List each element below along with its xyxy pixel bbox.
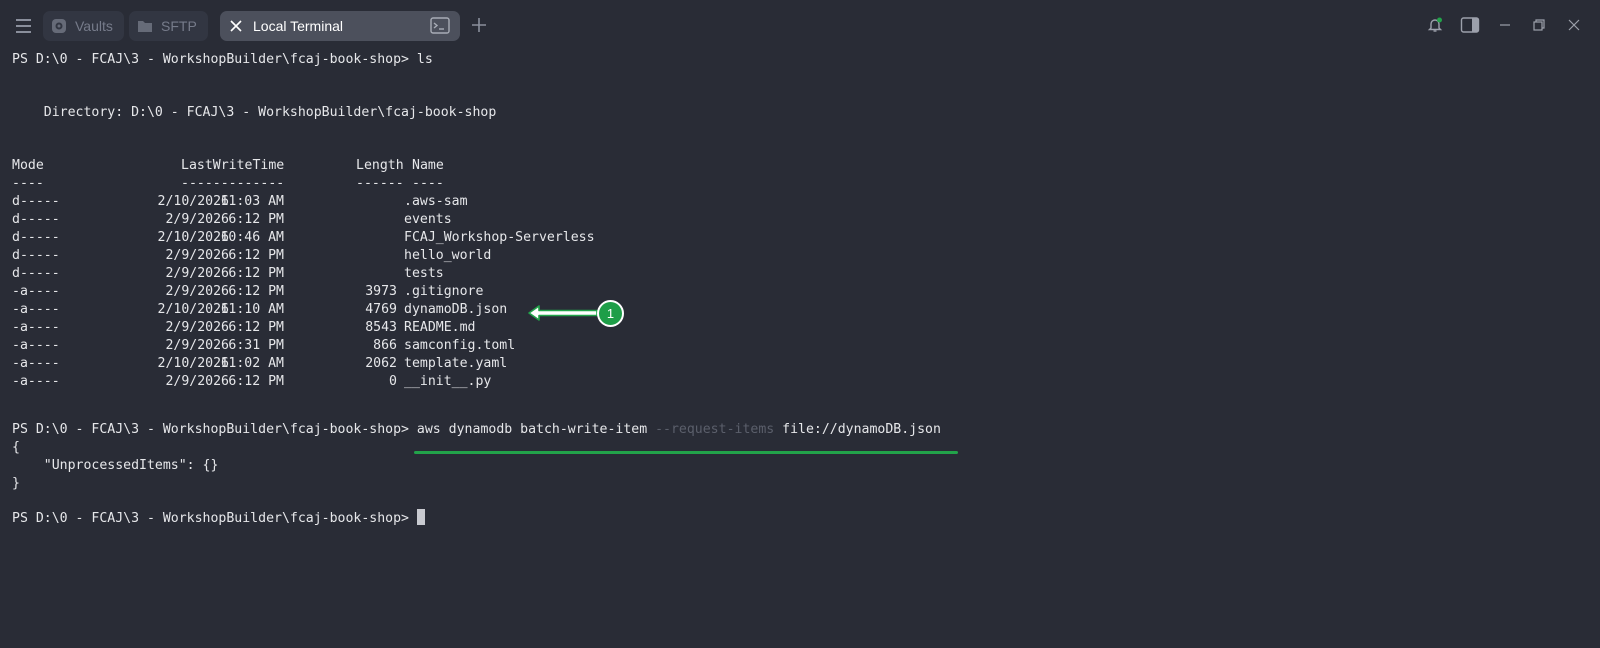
row-name: FCAJ_Workshop-Serverless — [404, 230, 595, 245]
command-underline-annotation — [414, 451, 958, 454]
table-header: Mode LastWriteTime Length Name — [12, 157, 712, 175]
tab-vaults[interactable]: Vaults — [43, 11, 124, 41]
table-row: d----- 2/10/2026 10:46 AM FCAJ_Workshop-Ser… — [12, 229, 712, 247]
row-name: .aws-sam — [404, 194, 468, 209]
tab-label: Local Terminal — [253, 18, 344, 34]
command: ls — [416, 52, 433, 67]
table-row: -a---- 2/10/2026 11:02 AM 2062 template.yaml — [12, 355, 712, 373]
tab-label: SFTP — [161, 18, 197, 34]
row-length: 4769 — [365, 302, 397, 317]
prompt-line: PS D:\0 - FCAJ\3 - WorkshopBuilder\fcaj-… — [12, 421, 941, 439]
command-argument: file://dynamoDB.json — [774, 422, 941, 437]
row-length: 2062 — [365, 356, 397, 371]
terminal-icon — [430, 17, 450, 35]
row-length: 866 — [373, 338, 397, 353]
row-name: tests — [404, 266, 444, 281]
table-row: -a---- 2/9/2026 6:31 PM 866 samconfig.toml — [12, 337, 712, 355]
column-name: Name — [412, 158, 444, 173]
row-length: 8543 — [365, 320, 397, 335]
prompt: PS D:\0 - FCAJ\3 - WorkshopBuilder\fcaj-… — [12, 52, 417, 67]
row-time: 6:12 PM — [228, 248, 284, 263]
restore-icon[interactable] — [1530, 16, 1548, 34]
output-line: } — [12, 476, 20, 491]
row-length: 3973 — [365, 284, 397, 299]
output-line: { — [12, 440, 20, 455]
terminal-output[interactable]: PS D:\0 - FCAJ\3 - WorkshopBuilder\fcaj-… — [12, 51, 1592, 641]
table-row: -a---- 2/9/2026 6:12 PM 0 __init__.py — [12, 373, 712, 391]
row-time: 6:12 PM — [228, 212, 284, 227]
command: aws dynamodb batch-write-item — [416, 422, 656, 437]
output-line: "UnprocessedItems": {} — [12, 458, 219, 473]
row-length: 0 — [389, 374, 397, 389]
cursor — [416, 509, 425, 525]
row-time: 11:03 AM — [220, 194, 284, 209]
tab-local-terminal[interactable]: Local Terminal — [220, 11, 460, 41]
row-name: __init__.py — [404, 374, 492, 389]
table-separator: ---- ------------- ------ ---- — [12, 175, 712, 193]
tab-label: Vaults — [75, 18, 113, 34]
prompt-line: PS D:\0 - FCAJ\3 - WorkshopBuilder\fcaj-… — [12, 51, 433, 69]
step-badge: 1 — [597, 300, 624, 327]
minimize-icon[interactable] — [1496, 16, 1514, 34]
separator: ------ — [356, 176, 404, 191]
separator: ------------- — [181, 176, 285, 191]
row-time: 6:12 PM — [228, 266, 284, 281]
row-name: events — [404, 212, 452, 227]
bell-icon[interactable] — [1426, 16, 1444, 34]
row-name: samconfig.toml — [404, 338, 516, 353]
title-bar: Vaults SFTP Local Terminal — [0, 0, 1600, 51]
row-name: hello_world — [404, 248, 492, 263]
table-row: d----- 2/10/2026 11:03 AM .aws-sam — [12, 193, 712, 211]
sidebar-toggle-icon[interactable] — [1460, 16, 1480, 34]
row-name: README.md — [404, 320, 476, 335]
folder-icon — [137, 18, 153, 34]
prompt-line: PS D:\0 - FCAJ\3 - WorkshopBuilder\fcaj-… — [12, 509, 425, 527]
prompt: PS D:\0 - FCAJ\3 - WorkshopBuilder\fcaj-… — [12, 511, 417, 526]
column-length: Length — [356, 158, 404, 173]
row-name: template.yaml — [404, 356, 508, 371]
table-row: d----- 2/9/2026 6:12 PM hello_world — [12, 247, 712, 265]
plus-icon[interactable] — [470, 16, 488, 34]
prompt: PS D:\0 - FCAJ\3 - WorkshopBuilder\fcaj-… — [12, 422, 417, 437]
vault-icon — [51, 18, 67, 34]
window-close-icon[interactable] — [1565, 16, 1583, 34]
separator: ---- — [12, 176, 44, 191]
arrow-annotation — [528, 305, 598, 321]
column-lastwritetime: LastWriteTime — [181, 158, 285, 173]
menu-icon[interactable] — [13, 16, 35, 36]
close-icon[interactable] — [229, 19, 243, 33]
table-row: d----- 2/9/2026 6:12 PM events — [12, 211, 712, 229]
column-mode: Mode — [12, 158, 44, 173]
tab-sftp[interactable]: SFTP — [129, 11, 208, 41]
row-name: dynamoDB.json — [404, 302, 508, 317]
command-flag: --request-items — [655, 422, 775, 437]
row-time: 10:46 AM — [220, 230, 284, 245]
directory-line: Directory: D:\0 - FCAJ\3 - WorkshopBuild… — [12, 105, 497, 120]
row-name: .gitignore — [404, 284, 484, 299]
table-row: d----- 2/9/2026 6:12 PM tests — [12, 265, 712, 283]
separator: ---- — [412, 176, 444, 191]
